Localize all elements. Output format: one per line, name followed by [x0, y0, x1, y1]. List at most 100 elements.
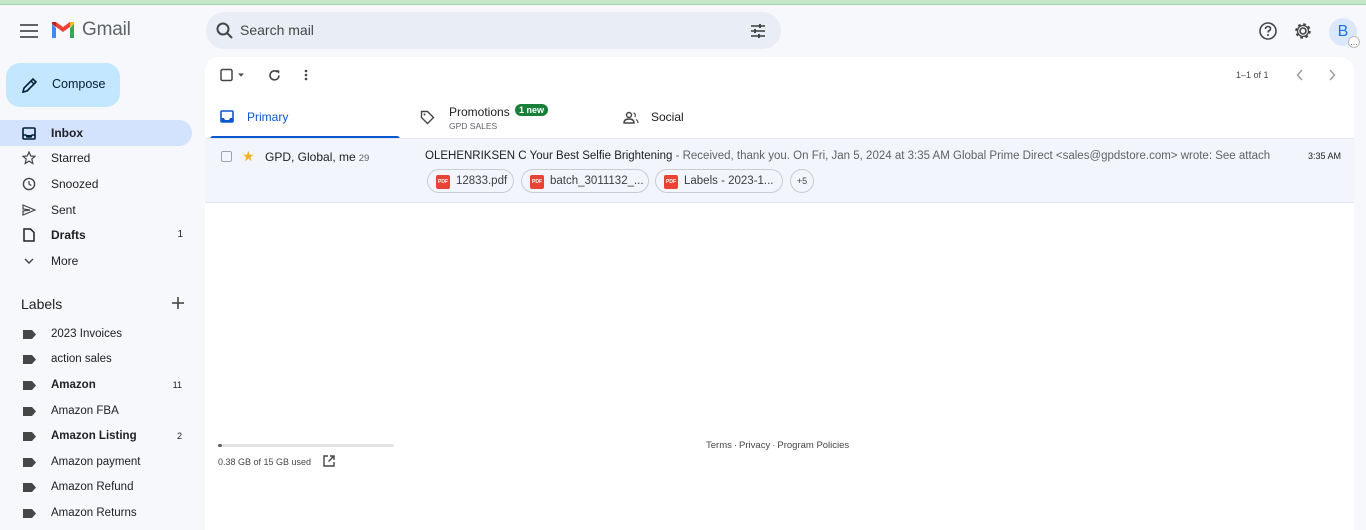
- label-item[interactable]: Amazon payment: [0, 451, 192, 475]
- app-name: Gmail: [82, 19, 131, 40]
- pagination-text: 1–1 of 1: [1236, 70, 1269, 80]
- inbox-icon: [22, 126, 36, 140]
- clock-icon: [22, 177, 36, 191]
- separator: ·: [772, 440, 776, 451]
- newer-page-icon[interactable]: [1326, 68, 1338, 82]
- attachment-name: 12833.pdf: [456, 175, 508, 187]
- account-status-icon: …: [1348, 36, 1360, 48]
- search-options-icon[interactable]: [749, 22, 767, 40]
- label-item[interactable]: Amazon Refund: [0, 476, 192, 500]
- email-subject: OLEHENRIKSEN C Your Best Selfie Brighten…: [425, 150, 673, 162]
- nav-item-snoozed[interactable]: Snoozed: [0, 171, 192, 197]
- compose-label: Compose: [52, 77, 106, 91]
- storage-fill: [218, 444, 222, 447]
- attachment-chip[interactable]: PDF 12833.pdf: [427, 169, 514, 193]
- draft-icon: [22, 228, 36, 242]
- nav-item-more[interactable]: More: [0, 248, 192, 274]
- pdf-icon: PDF: [664, 175, 678, 189]
- star-icon: [22, 151, 36, 165]
- gmail-logo[interactable]: Gmail: [50, 19, 131, 41]
- label-item[interactable]: Amazon FBA: [0, 400, 192, 424]
- privacy-link[interactable]: Privacy: [739, 440, 770, 451]
- search-bar[interactable]: Search mail: [206, 12, 781, 49]
- separator: ·: [733, 440, 738, 451]
- help-icon[interactable]: [1257, 20, 1279, 42]
- tab-label: Social: [651, 110, 684, 124]
- main-menu-icon[interactable]: [16, 18, 42, 44]
- attachment-chip[interactable]: PDF batch_3011132_...: [521, 169, 649, 193]
- star-icon[interactable]: ★: [242, 148, 255, 165]
- label-name: Amazon FBA: [51, 405, 119, 417]
- tab-promotions[interactable]: Promotions: [410, 95, 605, 138]
- avatar-letter: B: [1337, 23, 1349, 40]
- compose-button[interactable]: Compose: [6, 63, 120, 107]
- label-count: 2: [176, 431, 182, 441]
- nav-label: Drafts: [51, 228, 86, 242]
- refresh-icon[interactable]: [267, 68, 281, 82]
- nav-label: Sent: [51, 203, 76, 217]
- label-item[interactable]: Amazon Returns: [0, 502, 192, 526]
- label-item[interactable]: action sales: [0, 348, 192, 372]
- label-name: Amazon: [51, 379, 96, 391]
- tab-social[interactable]: Social: [615, 95, 810, 138]
- select-all-checkbox[interactable]: [220, 68, 250, 82]
- send-icon: [22, 203, 36, 217]
- nav-item-sent[interactable]: Sent: [0, 197, 192, 223]
- search-icon[interactable]: [215, 21, 235, 41]
- terms-link[interactable]: Terms: [706, 440, 732, 451]
- pencil-icon: [21, 77, 38, 94]
- older-page-icon[interactable]: [1294, 68, 1306, 82]
- nav-label: Snoozed: [51, 177, 99, 191]
- attachment-chip[interactable]: PDF Labels - 2023-1...: [655, 169, 783, 193]
- pdf-icon: PDF: [436, 175, 450, 189]
- label-name: 2023 Invoices: [51, 328, 122, 340]
- pdf-icon: PDF: [530, 175, 544, 189]
- chevron-down-icon: [22, 254, 36, 268]
- more-attachments-chip[interactable]: +5: [790, 169, 814, 193]
- email-row[interactable]: ★ GPD, Global, me 29 OLEHENRIKSEN C Your …: [205, 139, 1354, 203]
- program-policies-link[interactable]: Program Policies: [777, 440, 849, 451]
- sender-names: GPD, Global, me: [265, 150, 356, 164]
- label-item[interactable]: Amazon 11: [0, 374, 192, 398]
- promotions-sender: GPD SALES: [449, 121, 498, 131]
- label-tag-icon: [23, 381, 36, 390]
- label-tag-icon: [23, 509, 36, 518]
- external-link-icon[interactable]: [322, 454, 336, 468]
- label-name: Amazon Returns: [51, 507, 137, 519]
- tab-primary[interactable]: Primary: [205, 95, 400, 138]
- nav-label: Inbox: [51, 126, 83, 140]
- label-tag-icon: [23, 355, 36, 364]
- label-count: 11: [172, 380, 182, 390]
- thread-count: 29: [358, 153, 370, 164]
- nav-label: Starred: [51, 151, 91, 165]
- account-avatar[interactable]: B …: [1329, 18, 1360, 48]
- tab-label: Promotions: [449, 105, 510, 119]
- label-name: action sales: [51, 353, 112, 365]
- label-item[interactable]: 2023 Invoices: [0, 323, 192, 347]
- nav-item-drafts[interactable]: Drafts 1: [0, 222, 192, 248]
- storage-bar: [218, 444, 394, 447]
- nav-item-starred[interactable]: Starred: [0, 145, 192, 171]
- mail-list-panel: 1–1 of 1 Primary Promotions 1 new GPD SA…: [205, 57, 1354, 530]
- search-input[interactable]: Search mail: [240, 22, 314, 38]
- row-checkbox[interactable]: [221, 151, 232, 162]
- labels-heading: Labels: [21, 296, 63, 312]
- tab-label: Primary: [247, 110, 289, 124]
- label-name: Amazon Refund: [51, 481, 134, 493]
- nav-count: 1: [177, 229, 183, 240]
- tag-icon: [420, 110, 435, 125]
- label-tag-icon: [23, 483, 36, 492]
- nav-item-inbox[interactable]: Inbox: [0, 120, 192, 146]
- label-tag-icon: [23, 330, 36, 339]
- add-label-icon[interactable]: [171, 296, 185, 310]
- label-tag-icon: [23, 458, 36, 467]
- settings-icon[interactable]: [1292, 20, 1314, 42]
- people-icon: [623, 111, 639, 124]
- label-tag-icon: [23, 407, 36, 416]
- label-name: Amazon Listing: [51, 430, 137, 442]
- label-name: Amazon payment: [51, 456, 141, 468]
- new-badge: 1 new: [515, 104, 549, 116]
- more-options-icon[interactable]: [301, 68, 311, 82]
- top-header: Gmail Search mail B …: [0, 5, 1366, 57]
- label-item[interactable]: Amazon Listing 2: [0, 425, 192, 449]
